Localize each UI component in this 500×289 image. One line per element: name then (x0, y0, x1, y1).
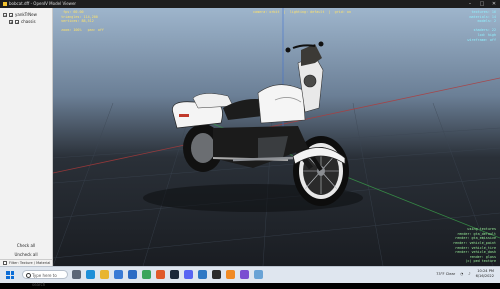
edge-icon[interactable] (86, 270, 95, 279)
hud-camera-info: camera: orbit | lighting: default | grid… (253, 10, 351, 14)
maximize-button[interactable]: □ (476, 0, 488, 8)
weather-widget[interactable]: 73°F Clear (436, 272, 455, 276)
check-all-button[interactable]: Check all (0, 241, 52, 250)
fuel-tank (257, 84, 306, 124)
system-tray: 73°F Clear ◔ ♪ 10:24 PM 6/16/2022 (436, 269, 494, 279)
minimize-button[interactable]: – (464, 0, 476, 8)
hud-render-info: using textures render: gta_default rende… (453, 227, 496, 264)
model-viewport[interactable]: fps: 60.00 triangles: 114,200 vertices: … (53, 8, 500, 266)
volume-icon[interactable]: ♪ (468, 272, 470, 276)
uncheck-all-button[interactable]: Uncheck all (0, 250, 52, 259)
sidebar-footer: Check all Uncheck all Filter: Texture / … (0, 241, 52, 266)
start-button-icon[interactable] (6, 271, 14, 279)
tree-item-label: yankTrNew (15, 12, 37, 17)
notepad-icon[interactable] (254, 270, 263, 279)
window-controls: – □ ✕ (464, 0, 500, 8)
checkbox-checked-icon[interactable]: ✓ (9, 12, 13, 17)
terminal-icon[interactable] (212, 270, 221, 279)
filter-row[interactable]: Filter: Texture / Material (0, 259, 52, 266)
photoshop-icon[interactable] (198, 270, 207, 279)
motorcycle-model (143, 41, 363, 212)
steam-icon[interactable] (170, 270, 179, 279)
wifi-icon[interactable]: ◔ (460, 272, 463, 276)
checkbox-icon[interactable] (3, 261, 7, 265)
window-title: bobcat.dff - OpenIV Model Viewer (9, 1, 77, 6)
filter-label: Filter: Texture / Material (9, 261, 51, 265)
firefox-icon[interactable] (156, 270, 165, 279)
file-explorer-icon[interactable] (100, 270, 109, 279)
window-titlebar: bobcat.dff - OpenIV Model Viewer – □ ✕ (0, 0, 500, 8)
openiv-icon[interactable] (226, 270, 235, 279)
tree-item-root[interactable]: − ✓ yankTrNew (3, 11, 37, 18)
tree-item-label: chassis (21, 19, 36, 24)
clock-date: 6/16/2022 (475, 274, 494, 278)
task-view-icon[interactable] (72, 270, 81, 279)
checkbox-checked-icon[interactable]: ✓ (15, 19, 19, 24)
model-tree: − ✓ yankTrNew + ✓ chassis (3, 11, 37, 25)
store-icon[interactable] (114, 270, 123, 279)
search-placeholder: Type here to search (32, 273, 57, 287)
taskbar-search-input[interactable]: Type here to search (22, 270, 68, 287)
model-tree-sidebar: − ✓ yankTrNew + ✓ chassis Check all Unch… (0, 8, 53, 266)
tree-item-child[interactable]: + ✓ chassis (3, 18, 37, 25)
close-button[interactable]: ✕ (488, 0, 500, 8)
pinned-apps (72, 270, 263, 279)
mail-icon[interactable] (128, 270, 137, 279)
media-player-icon[interactable] (240, 270, 249, 279)
hud-stats-top-right: textures: 16 materials: 14 models: 2 sha… (467, 10, 496, 42)
clock[interactable]: 10:24 PM 6/16/2022 (476, 269, 494, 279)
discord-icon[interactable] (184, 270, 193, 279)
expand-icon[interactable]: + (9, 19, 13, 24)
chrome-icon[interactable] (142, 270, 151, 279)
search-icon (26, 273, 31, 278)
windows-taskbar: Type here to search 73°F Clear ◔ ♪ 10:24… (0, 266, 500, 287)
app-icon (3, 2, 7, 6)
collapse-icon[interactable]: − (3, 12, 7, 17)
hud-stats-top-left: fps: 60.00 triangles: 114,200 vertices: … (61, 10, 104, 33)
